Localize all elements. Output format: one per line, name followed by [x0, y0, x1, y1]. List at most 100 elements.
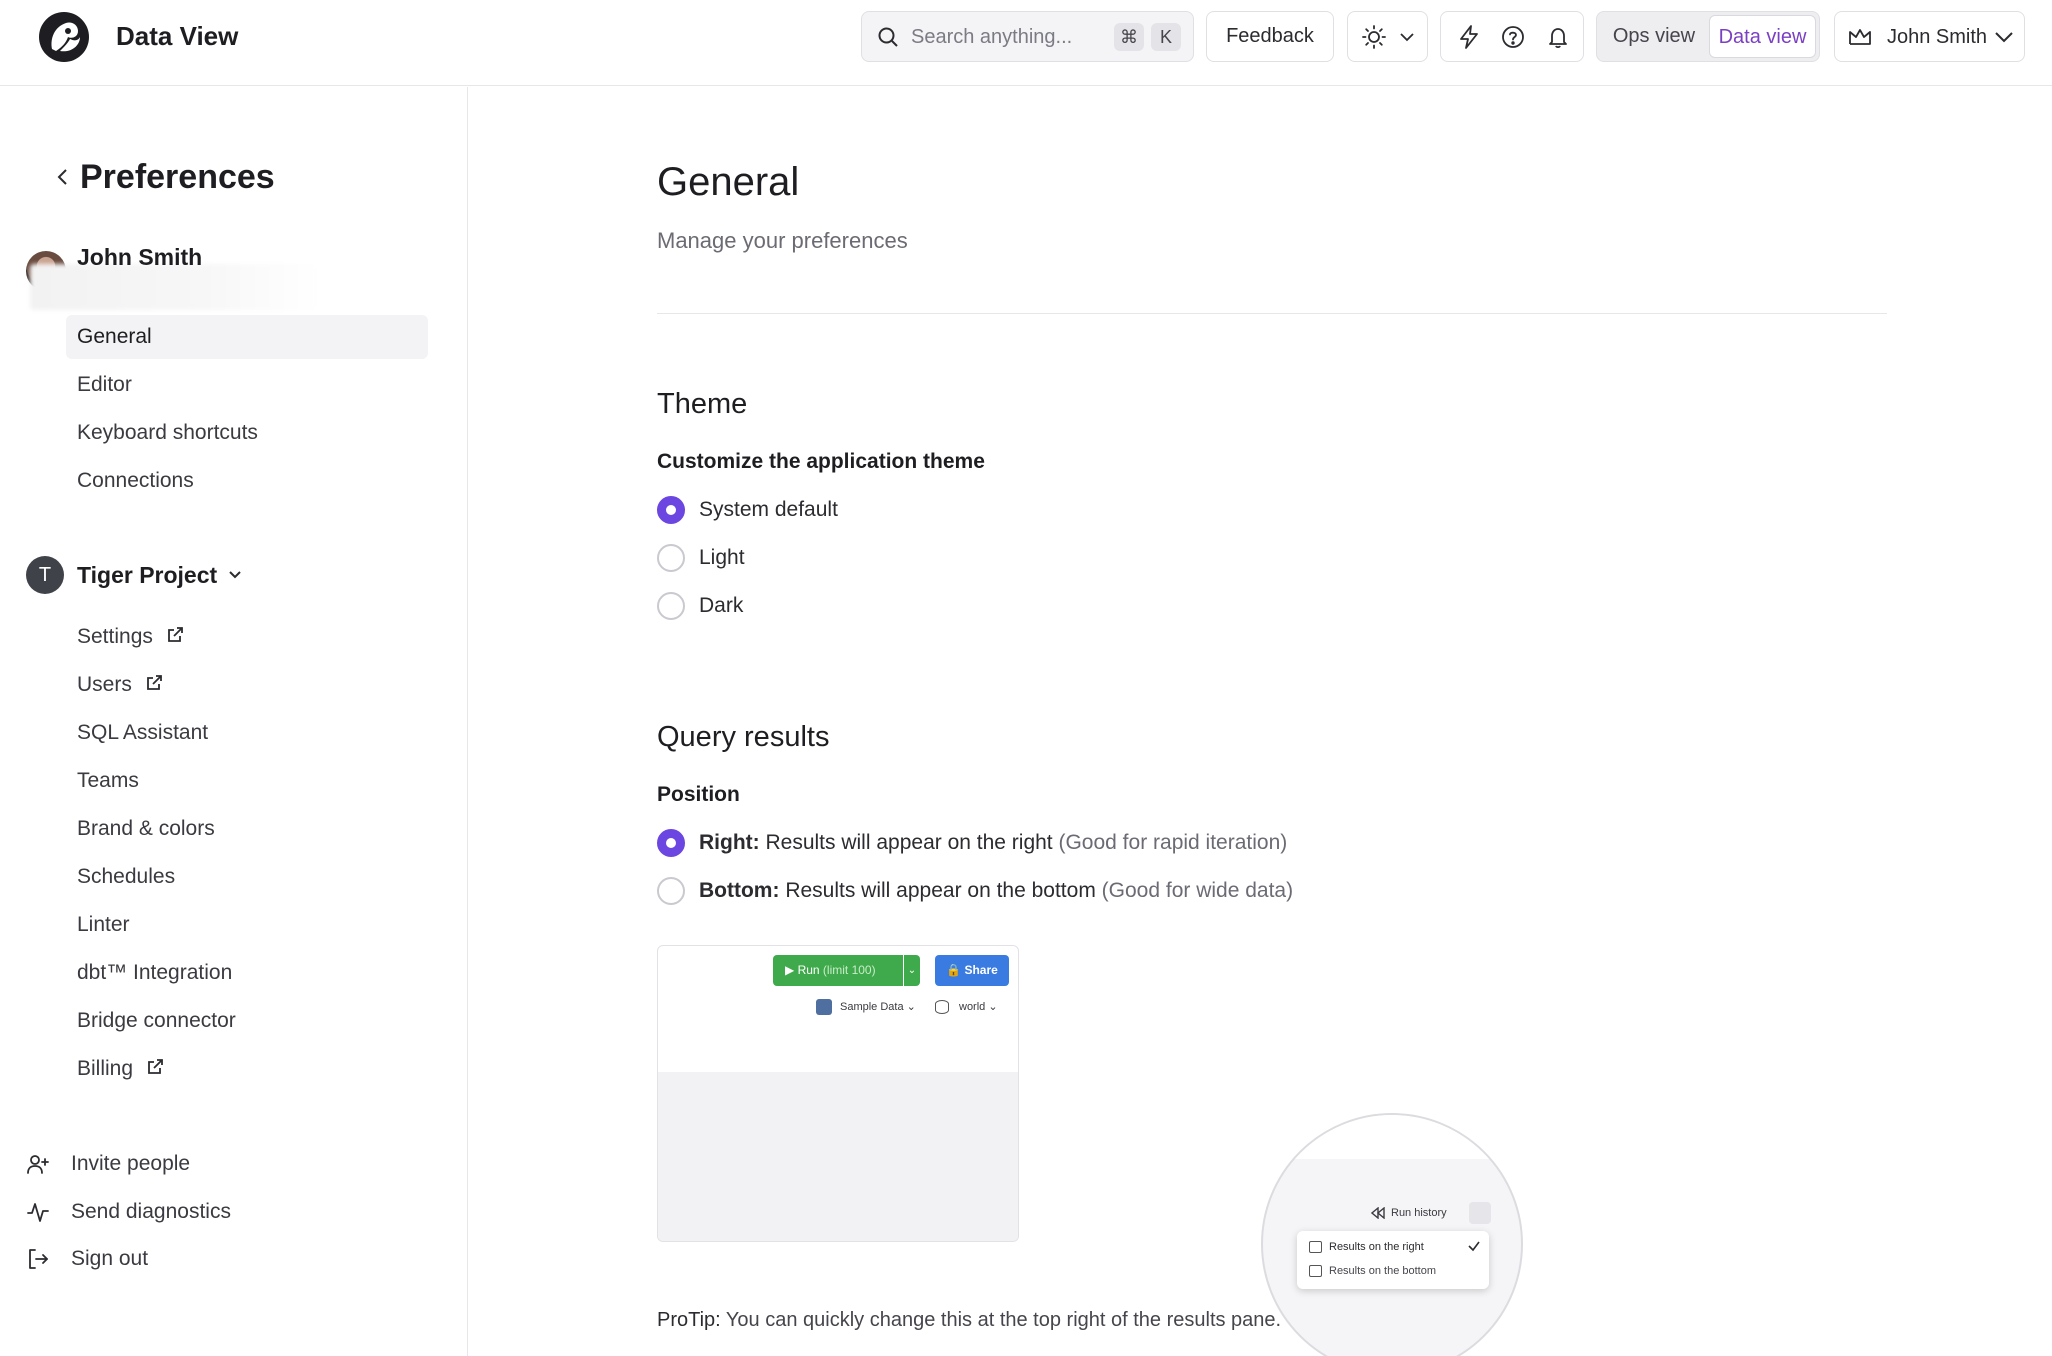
- sidebar-item-editor[interactable]: Editor: [66, 363, 428, 407]
- sidebar-item-linter[interactable]: Linter: [66, 903, 428, 947]
- illustration-results-area: [658, 1072, 1018, 1241]
- sign-out-icon: [29, 1249, 48, 1269]
- radio-selected[interactable]: [657, 829, 685, 857]
- ops-view-tab[interactable]: Ops view: [1600, 15, 1708, 58]
- sidebar-item-sql-assistant[interactable]: SQL Assistant: [66, 711, 428, 755]
- source-label: Sample Data: [840, 1001, 904, 1013]
- back-chevron-icon[interactable]: [52, 165, 72, 189]
- option-strong: Right:: [699, 831, 760, 854]
- results-position-menu: Results on the right Results on the bott…: [1297, 1231, 1489, 1289]
- chevron-down-icon: [1400, 33, 1414, 42]
- sidebar-item-brand-colors[interactable]: Brand & colors: [66, 807, 428, 851]
- option-hint: (Good for rapid iteration): [1058, 831, 1288, 854]
- sidebar-item-teams[interactable]: Teams: [66, 759, 428, 803]
- radio-label: Dark: [699, 594, 744, 617]
- radio-unselected[interactable]: [657, 877, 685, 905]
- panel-bottom-icon: [1309, 1265, 1322, 1277]
- app-logo-icon[interactable]: [38, 11, 90, 63]
- option-text: Results will appear on the bottom: [779, 879, 1102, 902]
- sidebar-item-general[interactable]: General: [66, 315, 428, 359]
- sidebar-item-dbt-integration[interactable]: dbt™ Integration: [66, 951, 428, 995]
- app-title: Data View: [116, 21, 239, 51]
- radio-selected[interactable]: [657, 496, 685, 524]
- radio-label: Bottom: Results will appear on the botto…: [699, 878, 1293, 904]
- radio-unselected[interactable]: [657, 592, 685, 620]
- illustration-schema: world ⌄: [935, 999, 998, 1015]
- database-icon: [816, 999, 832, 1015]
- search-icon: [878, 27, 898, 47]
- help-icon[interactable]: [1500, 24, 1526, 50]
- menu-item-bottom: Results on the bottom: [1309, 1263, 1436, 1279]
- user-menu-button[interactable]: John Smith: [1834, 11, 2025, 62]
- sidebar-item-connections[interactable]: Connections: [66, 459, 428, 503]
- activity-icon: [27, 1203, 49, 1222]
- run-history-label: Run history: [1391, 1207, 1447, 1219]
- query-results-section-title: Query results: [657, 721, 830, 753]
- theme-section-title: Theme: [657, 388, 748, 420]
- project-avatar: T: [26, 556, 64, 594]
- sidebar-item-label: Billing: [77, 1057, 134, 1080]
- crown-icon: [1849, 29, 1871, 45]
- theme-section-label: Customize the application theme: [657, 450, 985, 473]
- position-label: Position: [657, 783, 740, 806]
- check-icon: [1468, 1241, 1480, 1252]
- schema-icon: [935, 1000, 949, 1014]
- sun-icon: [1362, 25, 1386, 49]
- radio-label: System default: [699, 498, 838, 521]
- magnifier-top: [1263, 1115, 1521, 1159]
- preferences-title: Preferences: [80, 158, 275, 196]
- rewind-icon: [1371, 1207, 1385, 1219]
- illustration-run-button: ▶ Run (limit 100): [773, 955, 903, 986]
- radio-label: Right: Results will appear on the right …: [699, 830, 1287, 856]
- protip: ProTip: You can quickly change this at t…: [657, 1307, 1281, 1333]
- user-plus-icon: [27, 1155, 49, 1174]
- illustration-source: Sample Data ⌄: [816, 999, 916, 1015]
- external-link-icon: [146, 675, 162, 690]
- sidebar-item-schedules[interactable]: Schedules: [66, 855, 428, 899]
- bell-icon[interactable]: [1545, 24, 1571, 50]
- menu-item-right: Results on the right: [1309, 1239, 1424, 1255]
- sidebar: Preferences John Smith General Editor Ke…: [0, 87, 468, 1356]
- sign-out-label: Sign out: [71, 1247, 149, 1270]
- sidebar-item-billing[interactable]: Billing: [66, 1047, 428, 1091]
- sidebar-item-settings[interactable]: Settings: [66, 615, 428, 659]
- chevron-down-icon[interactable]: [226, 566, 244, 584]
- panel-right-icon: [1309, 1241, 1322, 1253]
- sidebar-item-keyboard-shortcuts[interactable]: Keyboard shortcuts: [66, 411, 428, 455]
- layout-toggle-icon: [1469, 1202, 1491, 1224]
- top-bar: Data View Search anything... ⌘ K Feedbac…: [0, 0, 2052, 86]
- send-diagnostics-label: Send diagnostics: [71, 1200, 231, 1223]
- protip-strong: ProTip:: [657, 1309, 721, 1331]
- invite-people-label: Invite people: [71, 1152, 191, 1175]
- feedback-button[interactable]: Feedback: [1206, 11, 1334, 62]
- radio-unselected[interactable]: [657, 544, 685, 572]
- option-hint: (Good for wide data): [1101, 879, 1294, 902]
- search-placeholder: Search anything...: [911, 26, 1073, 48]
- shortcut-key-cmd: ⌘: [1114, 23, 1144, 51]
- lightning-icon[interactable]: [1456, 24, 1482, 50]
- quick-actions-group: [1440, 11, 1584, 62]
- sidebar-user-name: John Smith: [77, 244, 203, 270]
- external-link-icon: [148, 1059, 163, 1074]
- sidebar-item-bridge-connector[interactable]: Bridge connector: [66, 999, 428, 1043]
- main-content: General Manage your preferences Theme Cu…: [469, 87, 2052, 1356]
- sidebar-item-users[interactable]: Users: [66, 663, 428, 707]
- illustration-magnifier: Run history Results on the right Results…: [1261, 1113, 1523, 1356]
- page-title: General: [657, 160, 800, 204]
- project-name[interactable]: Tiger Project: [77, 560, 217, 590]
- results-position-illustration: ▶ Run (limit 100) ⌄ 🔒 Share Sample Data …: [657, 945, 1019, 1242]
- chevron-down-icon: ⌄: [904, 955, 920, 986]
- data-view-tab[interactable]: Data view: [1709, 15, 1816, 58]
- page-subtitle: Manage your preferences: [657, 228, 908, 253]
- run-label: Run: [797, 963, 820, 977]
- search-box[interactable]: Search anything... ⌘ K: [861, 11, 1194, 62]
- run-limit: (limit 100): [822, 963, 876, 977]
- sidebar-item-label: Settings: [77, 625, 153, 648]
- theme-toggle-button[interactable]: [1347, 11, 1428, 62]
- external-link-icon: [167, 627, 183, 642]
- option-text: Results will appear on the right: [759, 831, 1059, 854]
- header-user-name: John Smith: [1887, 26, 1988, 48]
- chevron-down-icon: [1995, 32, 2013, 43]
- illustration-share-button: 🔒 Share: [935, 955, 1009, 986]
- option-strong: Bottom:: [699, 879, 780, 902]
